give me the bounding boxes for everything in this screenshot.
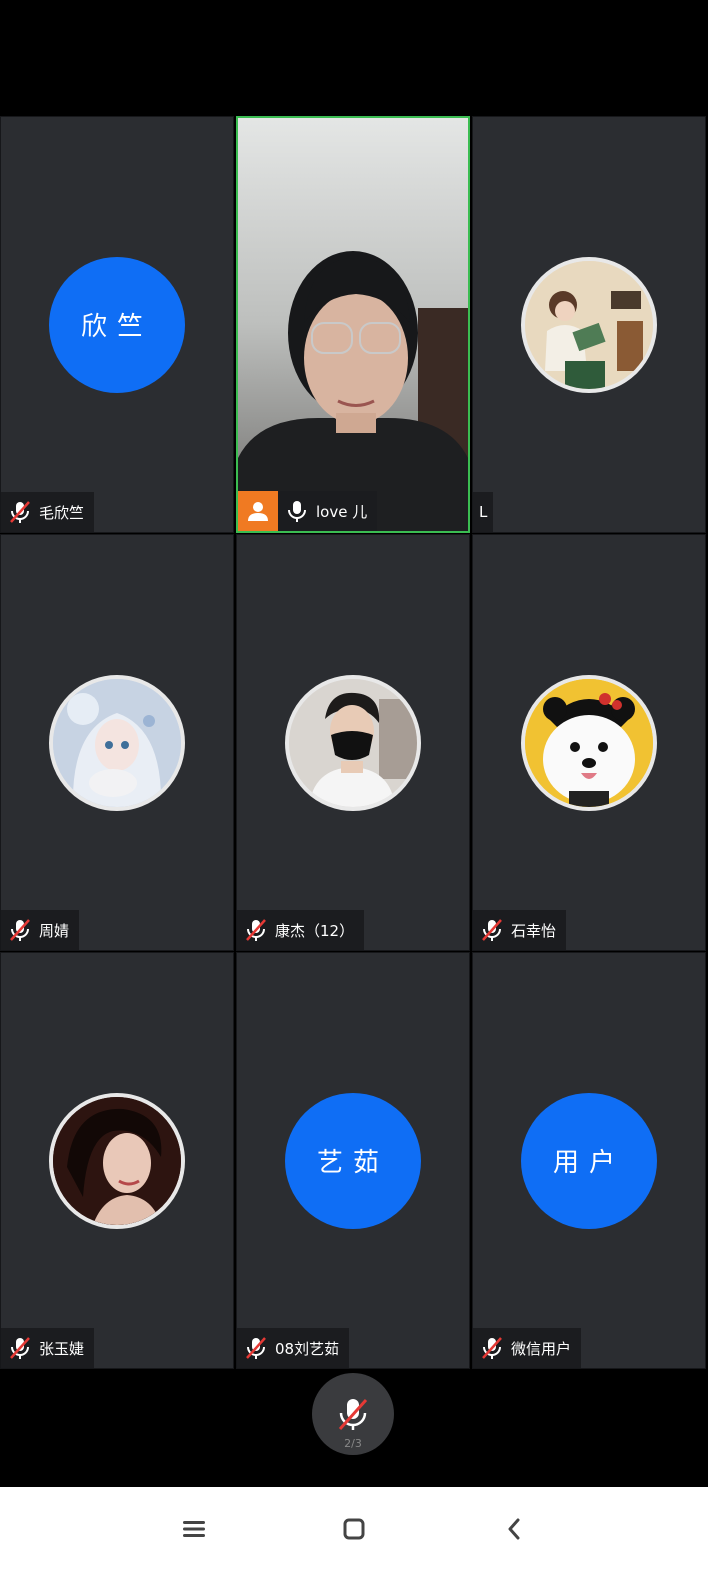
participant-name: 毛欣竺 <box>39 503 85 522</box>
mic-muted-icon <box>10 919 30 941</box>
participant-namebar: 康杰（12） <box>237 910 365 950</box>
participant-name: 周婧 <box>39 921 70 940</box>
participant-tile[interactable]: 康杰（12） <box>236 534 470 951</box>
participant-name: L <box>479 503 488 521</box>
participant-name: 张玉婕 <box>39 1339 85 1358</box>
mic-muted-icon <box>10 1337 30 1359</box>
participant-tile[interactable]: 张玉婕 <box>0 952 234 1369</box>
home-button[interactable] <box>332 1507 376 1551</box>
participant-namebar: 周婧 <box>1 910 80 950</box>
avatar <box>49 1092 185 1229</box>
masked-man-avatar-image <box>289 678 417 807</box>
avatar <box>521 256 657 393</box>
mic-muted-icon <box>482 1337 502 1359</box>
participant-tile[interactable]: 欣竺 毛欣竺 <box>0 116 234 533</box>
participant-name: love 儿 <box>316 502 368 521</box>
participant-namebar: love 儿 <box>238 491 378 531</box>
avatar-initials: 用户 <box>552 1148 625 1178</box>
meeting-screen: 欣竺 毛欣竺 love 儿 L 周婧 康杰（12） 石幸怡 张玉婕 艺茹 08刘… <box>0 0 708 1573</box>
white-dog-avatar-image <box>525 678 653 807</box>
avatar: 用户 <box>521 1092 657 1229</box>
woman-portrait-avatar-image <box>53 1096 181 1225</box>
participant-tile[interactable]: L <box>472 116 706 533</box>
avatar <box>521 674 657 811</box>
avatar: 欣竺 <box>49 256 185 393</box>
mic-muted-icon <box>246 1337 266 1359</box>
mic-muted-icon <box>338 1398 368 1431</box>
avatar-initials: 艺茹 <box>316 1148 389 1178</box>
home-icon <box>343 1518 365 1540</box>
participant-name: 石幸怡 <box>511 921 557 940</box>
participant-namebar: 石幸怡 <box>473 910 567 950</box>
camera-badge <box>238 491 278 531</box>
system-navbar <box>0 1487 708 1573</box>
participant-tile[interactable]: 艺茹 08刘艺茹 <box>236 952 470 1369</box>
participant-tile[interactable]: 石幸怡 <box>472 534 706 951</box>
participant-tile[interactable]: 用户 微信用户 <box>472 952 706 1369</box>
avatar-initials: 欣竺 <box>80 312 153 342</box>
participant-namebar: 毛欣竺 <box>1 492 95 532</box>
participant-namebar: 张玉婕 <box>1 1328 95 1368</box>
mic-muted-icon <box>482 919 502 941</box>
reading-girl-avatar-image <box>525 260 653 389</box>
person-icon <box>248 502 268 521</box>
participant-namebar: L <box>473 492 494 532</box>
participant-name: 康杰（12） <box>275 921 355 940</box>
participant-grid: 欣竺 毛欣竺 love 儿 L 周婧 康杰（12） 石幸怡 张玉婕 艺茹 08刘… <box>0 116 708 1370</box>
avatar: 艺茹 <box>285 1092 421 1229</box>
participant-namebar: 08刘艺茹 <box>237 1328 350 1368</box>
participant-name: 08刘艺茹 <box>275 1339 340 1358</box>
participant-namebar: 微信用户 <box>473 1328 582 1368</box>
participant-name: 微信用户 <box>511 1339 572 1358</box>
page-indicator: 2/3 <box>344 1437 362 1450</box>
mic-icon <box>288 501 306 522</box>
participant-tile-active[interactable]: love 儿 <box>236 116 470 533</box>
mic-muted-icon <box>10 501 30 523</box>
participant-tile[interactable]: 周婧 <box>0 534 234 951</box>
back-icon <box>508 1518 520 1540</box>
avatar <box>285 674 421 811</box>
video-person-illustration <box>238 118 468 531</box>
menu-icon <box>183 1521 205 1537</box>
anime-girl-avatar-image <box>53 678 181 807</box>
menu-button[interactable] <box>172 1507 216 1551</box>
avatar <box>49 674 185 811</box>
mic-muted-icon <box>246 919 266 941</box>
video-feed <box>238 118 468 531</box>
back-button[interactable] <box>492 1507 536 1551</box>
